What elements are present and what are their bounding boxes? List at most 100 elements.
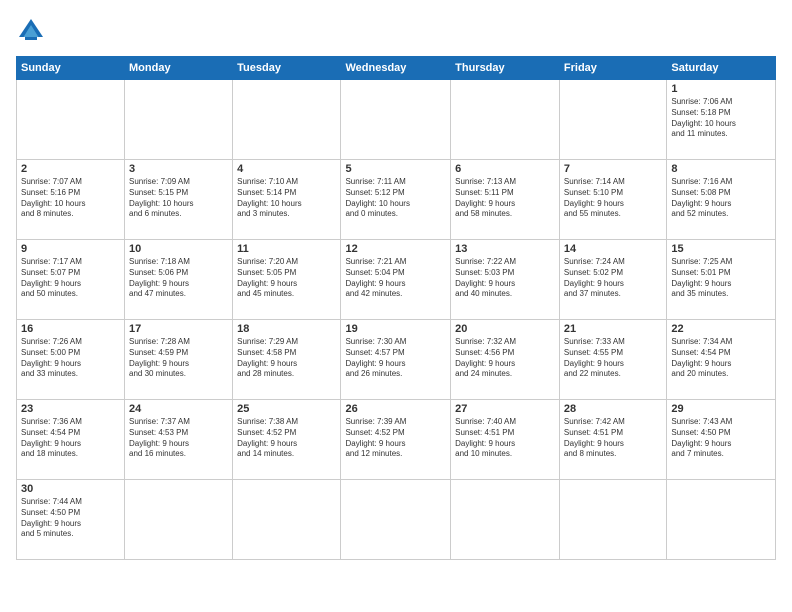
day-number-21: 21 — [564, 323, 662, 335]
day-cell-24: 24 Sunrise: 7:37 AM Sunset: 4:53 PM Dayli… — [125, 400, 233, 480]
day-info-1: Sunrise: 7:06 AM Sunset: 5:18 PM Dayligh… — [671, 97, 771, 140]
day-number-29: 29 — [671, 403, 771, 415]
empty-cell — [559, 80, 666, 160]
weekday-header-tuesday: Tuesday — [233, 57, 341, 80]
day-number-5: 5 — [345, 163, 446, 175]
calendar-table: SundayMondayTuesdayWednesdayThursdayFrid… — [16, 56, 776, 560]
day-cell-4: 4Sunrise: 7:10 AM Sunset: 5:14 PM Daylig… — [233, 160, 341, 240]
empty-cell — [451, 80, 560, 160]
empty-cell — [233, 80, 341, 160]
day-info-23: Sunrise: 7:36 AM Sunset: 4:54 PM Dayligh… — [21, 417, 120, 460]
day-cell-13: 13 Sunrise: 7:22 AM Sunset: 5:03 PM Dayli… — [451, 240, 560, 320]
day-number-14: 14 — [564, 243, 662, 255]
day-cell-3: 3 Sunrise: 7:09 AM Sunset: 5:15 PM Daylig… — [125, 160, 233, 240]
empty-cell — [341, 480, 451, 560]
day-cell-21: 21Sunrise: 7:33 AM Sunset: 4:55 PM Dayli… — [559, 320, 666, 400]
empty-cell — [341, 80, 451, 160]
week-row-2: 2 Sunrise: 7:07 AM Sunset: 5:16 PM Daylig… — [17, 160, 776, 240]
day-info-12: Sunrise: 7:21 AM Sunset: 5:04 PM Dayligh… — [345, 257, 446, 300]
empty-cell — [125, 480, 233, 560]
day-info-25: Sunrise: 7:38 AM Sunset: 4:52 PM Dayligh… — [237, 417, 336, 460]
day-number-7: 7 — [564, 163, 662, 175]
weekday-header-wednesday: Wednesday — [341, 57, 451, 80]
day-number-26: 26 — [345, 403, 446, 415]
day-cell-9: 9Sunrise: 7:17 AM Sunset: 5:07 PM Daylig… — [17, 240, 125, 320]
day-info-8: Sunrise: 7:16 AM Sunset: 5:08 PM Dayligh… — [671, 177, 771, 220]
day-info-16: Sunrise: 7:26 AM Sunset: 5:00 PM Dayligh… — [21, 337, 120, 380]
day-number-10: 10 — [129, 243, 228, 255]
day-info-6: Sunrise: 7:13 AM Sunset: 5:11 PM Dayligh… — [455, 177, 555, 220]
day-number-13: 13 — [455, 243, 555, 255]
day-number-18: 18 — [237, 323, 336, 335]
day-number-24: 24 — [129, 403, 228, 415]
day-info-7: Sunrise: 7:14 AM Sunset: 5:10 PM Dayligh… — [564, 177, 662, 220]
day-cell-23: 23 Sunrise: 7:36 AM Sunset: 4:54 PM Dayli… — [17, 400, 125, 480]
weekday-header-friday: Friday — [559, 57, 666, 80]
day-cell-14: 14 Sunrise: 7:24 AM Sunset: 5:02 PM Dayli… — [559, 240, 666, 320]
day-cell-2: 2 Sunrise: 7:07 AM Sunset: 5:16 PM Daylig… — [17, 160, 125, 240]
day-info-22: Sunrise: 7:34 AM Sunset: 4:54 PM Dayligh… — [671, 337, 771, 380]
day-number-2: 2 — [21, 163, 120, 175]
weekday-header-sunday: Sunday — [17, 57, 125, 80]
empty-cell — [559, 480, 666, 560]
day-info-3: Sunrise: 7:09 AM Sunset: 5:15 PM Dayligh… — [129, 177, 228, 220]
day-number-3: 3 — [129, 163, 228, 175]
day-info-13: Sunrise: 7:22 AM Sunset: 5:03 PM Dayligh… — [455, 257, 555, 300]
empty-cell — [667, 480, 776, 560]
day-cell-25: 25 Sunrise: 7:38 AM Sunset: 4:52 PM Dayli… — [233, 400, 341, 480]
day-info-29: Sunrise: 7:43 AM Sunset: 4:50 PM Dayligh… — [671, 417, 771, 460]
day-number-22: 22 — [671, 323, 771, 335]
day-number-19: 19 — [345, 323, 446, 335]
week-row-6: 30 Sunrise: 7:44 AM Sunset: 4:50 PM Dayli… — [17, 480, 776, 560]
logo — [16, 16, 50, 46]
day-number-23: 23 — [21, 403, 120, 415]
day-info-20: Sunrise: 7:32 AM Sunset: 4:56 PM Dayligh… — [455, 337, 555, 380]
week-row-4: 16 Sunrise: 7:26 AM Sunset: 5:00 PM Dayli… — [17, 320, 776, 400]
day-number-4: 4 — [237, 163, 336, 175]
empty-cell — [233, 480, 341, 560]
day-number-28: 28 — [564, 403, 662, 415]
day-info-2: Sunrise: 7:07 AM Sunset: 5:16 PM Dayligh… — [21, 177, 120, 220]
day-cell-30: 30 Sunrise: 7:44 AM Sunset: 4:50 PM Dayli… — [17, 480, 125, 560]
day-number-16: 16 — [21, 323, 120, 335]
empty-cell — [125, 80, 233, 160]
header — [16, 16, 776, 46]
week-row-1: 1 Sunrise: 7:06 AM Sunset: 5:18 PM Daylig… — [17, 80, 776, 160]
week-row-5: 23 Sunrise: 7:36 AM Sunset: 4:54 PM Dayli… — [17, 400, 776, 480]
day-info-30: Sunrise: 7:44 AM Sunset: 4:50 PM Dayligh… — [21, 497, 120, 540]
day-info-17: Sunrise: 7:28 AM Sunset: 4:59 PM Dayligh… — [129, 337, 228, 380]
day-cell-8: 8 Sunrise: 7:16 AM Sunset: 5:08 PM Daylig… — [667, 160, 776, 240]
day-cell-7: 7 Sunrise: 7:14 AM Sunset: 5:10 PM Daylig… — [559, 160, 666, 240]
day-cell-20: 20 Sunrise: 7:32 AM Sunset: 4:56 PM Dayli… — [451, 320, 560, 400]
day-cell-19: 19 Sunrise: 7:30 AM Sunset: 4:57 PM Dayli… — [341, 320, 451, 400]
day-number-8: 8 — [671, 163, 771, 175]
day-cell-26: 26 Sunrise: 7:39 AM Sunset: 4:52 PM Dayli… — [341, 400, 451, 480]
day-cell-10: 10 Sunrise: 7:18 AM Sunset: 5:06 PM Dayli… — [125, 240, 233, 320]
day-cell-16: 16 Sunrise: 7:26 AM Sunset: 5:00 PM Dayli… — [17, 320, 125, 400]
weekday-header-monday: Monday — [125, 57, 233, 80]
page: SundayMondayTuesdayWednesdayThursdayFrid… — [0, 0, 792, 612]
day-number-25: 25 — [237, 403, 336, 415]
day-number-27: 27 — [455, 403, 555, 415]
day-cell-1: 1 Sunrise: 7:06 AM Sunset: 5:18 PM Daylig… — [667, 80, 776, 160]
logo-icon — [16, 16, 46, 46]
day-info-14: Sunrise: 7:24 AM Sunset: 5:02 PM Dayligh… — [564, 257, 662, 300]
day-info-5: Sunrise: 7:11 AM Sunset: 5:12 PM Dayligh… — [345, 177, 446, 220]
day-cell-12: 12Sunrise: 7:21 AM Sunset: 5:04 PM Dayli… — [341, 240, 451, 320]
day-info-28: Sunrise: 7:42 AM Sunset: 4:51 PM Dayligh… — [564, 417, 662, 460]
day-number-30: 30 — [21, 483, 120, 495]
empty-cell — [451, 480, 560, 560]
day-number-20: 20 — [455, 323, 555, 335]
day-cell-6: 6Sunrise: 7:13 AM Sunset: 5:11 PM Daylig… — [451, 160, 560, 240]
day-number-1: 1 — [671, 83, 771, 95]
day-number-17: 17 — [129, 323, 228, 335]
week-row-3: 9Sunrise: 7:17 AM Sunset: 5:07 PM Daylig… — [17, 240, 776, 320]
day-info-24: Sunrise: 7:37 AM Sunset: 4:53 PM Dayligh… — [129, 417, 228, 460]
weekday-header-thursday: Thursday — [451, 57, 560, 80]
day-info-26: Sunrise: 7:39 AM Sunset: 4:52 PM Dayligh… — [345, 417, 446, 460]
day-info-10: Sunrise: 7:18 AM Sunset: 5:06 PM Dayligh… — [129, 257, 228, 300]
day-info-27: Sunrise: 7:40 AM Sunset: 4:51 PM Dayligh… — [455, 417, 555, 460]
day-info-19: Sunrise: 7:30 AM Sunset: 4:57 PM Dayligh… — [345, 337, 446, 380]
day-cell-15: 15Sunrise: 7:25 AM Sunset: 5:01 PM Dayli… — [667, 240, 776, 320]
day-cell-28: 28 Sunrise: 7:42 AM Sunset: 4:51 PM Dayli… — [559, 400, 666, 480]
